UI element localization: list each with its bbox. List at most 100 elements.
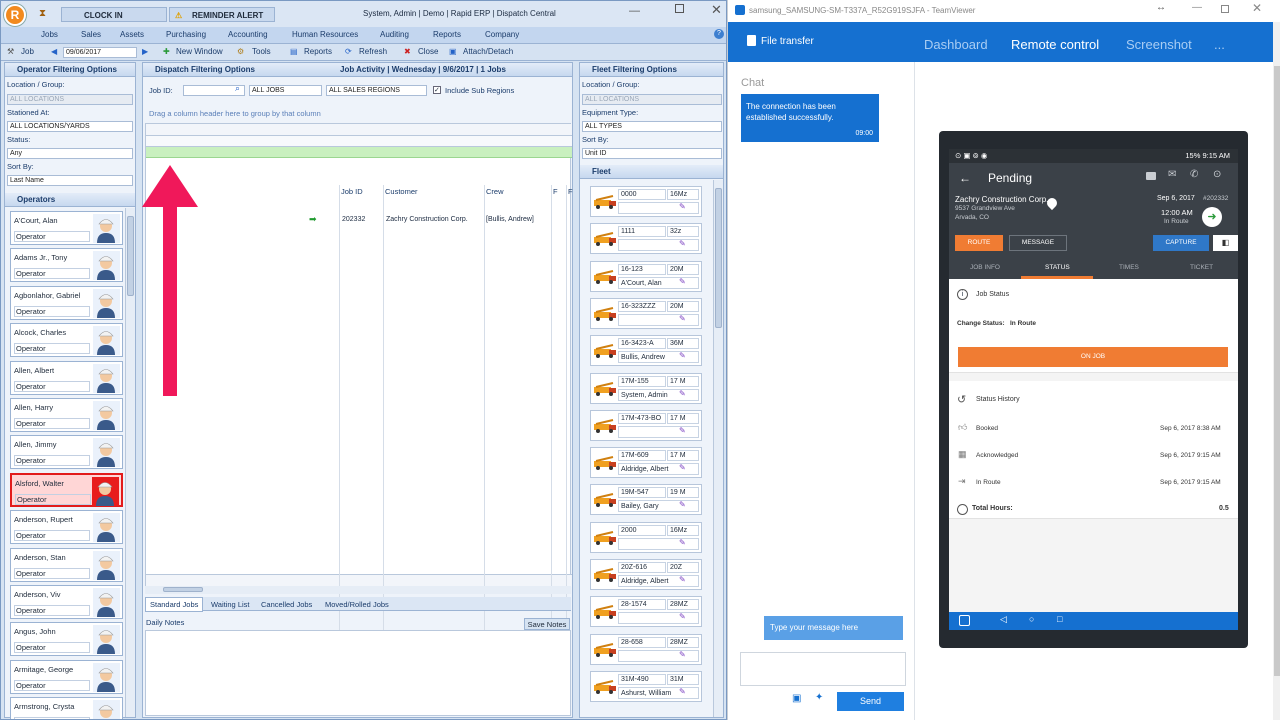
fleet-sort-select[interactable]: Unit ID: [582, 148, 722, 159]
help-icon[interactable]: ?: [714, 29, 724, 39]
briefcase-icon[interactable]: [1146, 172, 1156, 180]
recents-nav-icon[interactable]: □: [1057, 614, 1062, 624]
menu-auditing[interactable]: Auditing: [380, 30, 409, 39]
phone-screen[interactable]: ⊙ ▣ ⊚ ◉ 15% 9:15 AM ← Pending ✉ ✆ ⊙ Zach…: [949, 149, 1238, 630]
menu-accounting[interactable]: Accounting: [228, 30, 268, 39]
new-window-button[interactable]: New Window: [176, 47, 223, 56]
fleet-card[interactable]: 16-123 20M A'Court, Alan ✎: [590, 260, 702, 292]
fleet-card[interactable]: 28-1574 28MZ ✎: [590, 596, 702, 628]
close-button[interactable]: Close: [418, 47, 438, 56]
maximize-icon[interactable]: [675, 4, 684, 13]
notification-icon[interactable]: ✦: [815, 692, 823, 703]
location-pin-icon[interactable]: ⊙: [1213, 169, 1221, 180]
operator-card[interactable]: Armstrong, Crysta: [10, 697, 123, 719]
home-nav-icon[interactable]: ○: [1029, 614, 1034, 624]
fleet-operator-select[interactable]: System, Admin: [618, 388, 699, 401]
reminder-alert-button[interactable]: ⚠ REMINDER ALERT: [169, 7, 275, 22]
fleet-operator-select[interactable]: Bailey, Gary: [618, 500, 699, 513]
fleet-card[interactable]: 16-3423-A 36M Bullis, Andrew ✎: [590, 335, 702, 367]
app-logo[interactable]: R: [4, 4, 26, 26]
fleet-tool-icon[interactable]: ✎: [679, 426, 686, 435]
stationed-select[interactable]: ALL LOCATIONS/YARDS: [7, 121, 133, 132]
on-job-button[interactable]: ON JOB: [958, 347, 1228, 367]
dispatch-arrow-icon[interactable]: ➡: [309, 214, 317, 225]
tab-moved-rolled-jobs[interactable]: Moved/Rolled Jobs: [325, 600, 389, 609]
operator-sort-select[interactable]: Last Name: [7, 175, 133, 186]
fleet-scroll-thumb[interactable]: [715, 188, 722, 328]
fleet-operator-select[interactable]: [618, 612, 699, 625]
fleet-tool-icon[interactable]: ✎: [679, 277, 686, 286]
fleet-tool-icon[interactable]: ✎: [679, 650, 686, 659]
grid-column-header[interactable]: Crew: [486, 187, 504, 196]
nav-screenshot[interactable]: Screenshot: [1126, 37, 1192, 52]
tab-cancelled-jobs[interactable]: Cancelled Jobs: [261, 600, 312, 609]
phone-tab-status[interactable]: STATUS: [1045, 264, 1070, 271]
fleet-operator-select[interactable]: Ashurst, William: [618, 686, 699, 699]
operator-card[interactable]: Anderson, Viv Operator: [10, 585, 123, 619]
grid-column-header[interactable]: Customer: [385, 187, 418, 196]
phone-icon[interactable]: ✆: [1190, 169, 1198, 180]
fleet-operator-select[interactable]: [618, 425, 699, 438]
nav-more[interactable]: ...: [1214, 37, 1225, 52]
operator-card[interactable]: Alsford, Walter Operator: [10, 472, 123, 507]
fleet-operator-select[interactable]: Aldridge, Albert: [618, 463, 699, 476]
operator-role-select[interactable]: Operator: [14, 343, 90, 355]
tab-waiting-list[interactable]: Waiting List: [211, 600, 250, 609]
status-select[interactable]: Any: [7, 148, 133, 159]
menu-reports[interactable]: Reports: [433, 30, 461, 39]
tab-standard-jobs[interactable]: Standard Jobs: [145, 597, 204, 612]
back-nav-icon[interactable]: ◁: [1000, 614, 1007, 625]
message-button[interactable]: MESSAGE: [1009, 235, 1067, 251]
fleet-card[interactable]: 2000 16Mz ✎: [590, 521, 702, 553]
fleet-tool-icon[interactable]: ✎: [679, 202, 686, 211]
operator-role-select[interactable]: Operator: [14, 605, 90, 616]
fleet-card[interactable]: 17M-155 17 M System, Admin ✎: [590, 372, 702, 404]
save-notes-button[interactable]: Save Notes: [524, 618, 570, 630]
grid-column-header[interactable]: F: [553, 187, 558, 196]
fleet-card[interactable]: 16-323ZZZ 20M ✎: [590, 297, 702, 329]
mail-icon[interactable]: ✉: [1168, 169, 1176, 180]
gallery-icon[interactable]: ◧: [1213, 235, 1238, 251]
fleet-tool-icon[interactable]: ✎: [679, 500, 686, 509]
fleet-tool-icon[interactable]: ✎: [679, 239, 686, 248]
hourglass-icon[interactable]: ⧗: [39, 8, 46, 19]
operator-role-select[interactable]: Operator: [14, 679, 90, 691]
operator-card[interactable]: Agbonlahor, Gabriel Operator: [10, 285, 123, 320]
operator-card[interactable]: Allen, Jimmy Operator: [10, 435, 123, 470]
operator-card[interactable]: Alcock, Charles Operator: [10, 323, 123, 358]
menu-assets[interactable]: Assets: [120, 30, 144, 39]
operator-card[interactable]: Allen, Harry Operator: [10, 398, 123, 432]
date-picker[interactable]: 09/06/2017: [63, 47, 137, 58]
operator-role-select[interactable]: Operator: [14, 418, 90, 429]
tv-scroll-thumb[interactable]: [1274, 66, 1280, 676]
fleet-tool-icon[interactable]: ✎: [679, 314, 686, 323]
menu-human-resources[interactable]: Human Resources: [292, 30, 358, 39]
operator-role-select[interactable]: Operator: [14, 455, 90, 467]
grid-column-header[interactable]: F: [568, 187, 573, 196]
operator-card[interactable]: Anderson, Rupert Operator: [10, 510, 123, 545]
operator-card[interactable]: Angus, John Operator: [10, 622, 123, 657]
fleet-card[interactable]: 31M-490 31M Ashurst, William ✎: [590, 670, 702, 702]
attach-file-icon[interactable]: ▣: [792, 693, 801, 704]
fleet-tool-icon[interactable]: ✎: [679, 687, 686, 696]
tv-scrollbar[interactable]: [1273, 22, 1280, 720]
equipment-type-select[interactable]: ALL TYPES: [582, 121, 722, 132]
fleet-tool-icon[interactable]: ✎: [679, 575, 686, 584]
nav-remote-control[interactable]: Remote control: [1011, 37, 1099, 52]
status-next-icon[interactable]: ➜: [1202, 207, 1222, 227]
minimize-icon[interactable]: —: [629, 5, 640, 17]
operator-card[interactable]: Anderson, Stan Operator: [10, 547, 123, 582]
capture-button[interactable]: CAPTURE: [1153, 235, 1209, 251]
include-sub-checkbox[interactable]: ✓: [433, 86, 441, 94]
operator-role-select[interactable]: Operator: [14, 268, 90, 280]
operator-role-select[interactable]: Operator: [14, 567, 90, 579]
prev-date-icon[interactable]: ◀: [51, 47, 57, 56]
fleet-card[interactable]: 1111 32z ✎: [590, 223, 702, 255]
file-transfer-button[interactable]: File transfer: [761, 36, 814, 47]
fleet-operator-select[interactable]: A'Court, Alan: [618, 276, 699, 289]
operators-scroll-thumb[interactable]: [127, 216, 134, 296]
fleet-scrollbar[interactable]: [713, 180, 723, 717]
attach-detach-button[interactable]: Attach/Detach: [463, 47, 513, 56]
fleet-card[interactable]: 17M-609 17 M Aldridge, Albert ✎: [590, 447, 702, 479]
reports-button[interactable]: Reports: [304, 47, 332, 56]
